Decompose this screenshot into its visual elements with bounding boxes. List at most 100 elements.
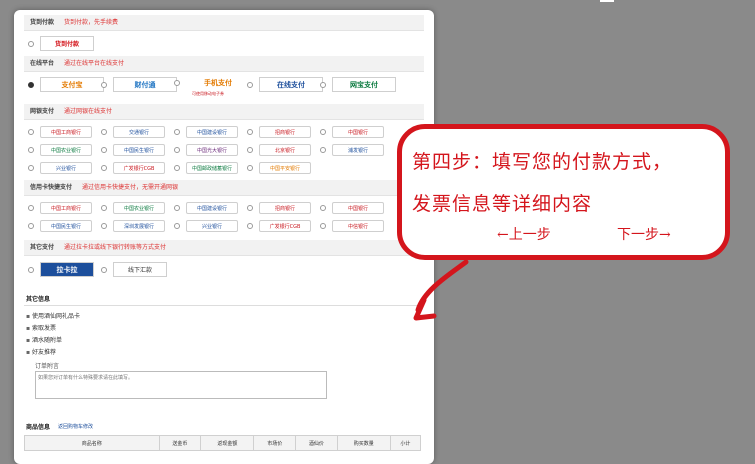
radio-button[interactable] <box>247 81 253 88</box>
friend-recommend-item[interactable]: 好友推荐 <box>26 347 56 356</box>
bank-option[interactable]: 中国工商银行 <box>28 126 92 138</box>
tenpay-option[interactable]: 财付通 <box>101 77 177 92</box>
cod-section-header: 货到付款 货到付款，先手续费 <box>24 15 424 31</box>
radio-button[interactable] <box>101 129 107 135</box>
radio-button[interactable] <box>28 223 34 229</box>
radio-button[interactable] <box>320 129 326 135</box>
bank-logo: 中国民生银行 <box>40 220 92 232</box>
bank-option[interactable]: 深圳发展银行 <box>101 220 165 232</box>
bank-logo: 中信银行 <box>332 220 384 232</box>
radio-button[interactable] <box>28 165 34 171</box>
alipay-option[interactable]: 支付宝 <box>28 77 104 92</box>
bank-logo: 中国银行 <box>332 126 384 138</box>
radio-button-selected[interactable] <box>28 81 34 88</box>
bank-logo: 招商银行 <box>259 126 311 138</box>
callout-line-2: 发票信息等详细内容 <box>412 193 593 215</box>
bank-option[interactable]: 广发银行CGB <box>247 220 311 232</box>
bank-logo: 中国农业银行 <box>40 144 92 156</box>
bank-option[interactable]: 中国工商银行 <box>28 202 92 214</box>
radio-button[interactable] <box>174 223 180 229</box>
radio-button[interactable] <box>174 165 180 171</box>
radio-button[interactable] <box>28 205 34 211</box>
wangbao-logo: 网宝支付 <box>332 77 396 92</box>
section-note: 通过在线平台在线支付 <box>63 60 124 67</box>
bank-option[interactable]: 招商银行 <box>247 126 311 138</box>
radio-button[interactable] <box>320 205 326 211</box>
col-jiuxian-price: 酒仙价 <box>295 435 338 451</box>
bank-logo: 兴业银行 <box>186 220 238 232</box>
wine-slip-item[interactable]: 酒水随附单 <box>26 335 62 344</box>
lakala-option[interactable]: 拉卡拉 <box>28 262 94 277</box>
radio-button[interactable] <box>28 129 34 135</box>
radio-button[interactable] <box>101 81 107 88</box>
bank-logo: 中国银行 <box>332 202 384 214</box>
bank-option[interactable]: 中国民生银行 <box>101 144 165 156</box>
bank-option[interactable]: 中国农业银行 <box>28 144 92 156</box>
bank-option[interactable]: 兴业银行 <box>28 162 92 174</box>
gift-card-item[interactable]: 使用酒仙网礼品卡 <box>26 311 80 320</box>
bank-option[interactable]: 中国建设银行 <box>174 126 238 138</box>
bank-option[interactable]: 浦发银行 <box>320 144 384 156</box>
radio-button[interactable] <box>101 165 107 171</box>
cod-option[interactable]: 货到付款 <box>28 36 94 51</box>
section-note: 通过信用卡快捷支付，无需开通网银 <box>81 184 178 191</box>
radio-button[interactable] <box>101 147 107 153</box>
bank-option[interactable]: 中国邮政储蓄银行 <box>174 162 238 174</box>
radio-button[interactable] <box>101 205 107 211</box>
radio-button[interactable] <box>247 147 253 153</box>
radio-button[interactable] <box>320 147 326 153</box>
back-to-cart-link[interactable]: 返回购物车修改 <box>58 423 93 430</box>
netbank-section-header: 网银支付 通过网银在线支付 <box>24 104 424 120</box>
wangbao-option[interactable]: 网宝支付 <box>320 77 396 92</box>
invoice-item[interactable]: 索取发票 <box>26 323 56 332</box>
radio-button[interactable] <box>174 205 180 211</box>
radio-button[interactable] <box>174 129 180 135</box>
radio-button[interactable] <box>101 223 107 229</box>
bank-option[interactable]: 中国银行 <box>320 126 384 138</box>
mobile-pay-option[interactable]: 手机支付 <box>174 77 250 89</box>
section-note: 货到付款，先手续费 <box>63 19 118 26</box>
section-title: 信用卡快捷支付 <box>30 184 73 191</box>
offline-transfer-option[interactable]: 线下汇款 <box>101 262 167 277</box>
bank-option[interactable]: 广发银行CGB <box>101 162 165 174</box>
col-product-name: 商品名称 <box>24 435 160 451</box>
unionpay-option[interactable]: 在线支付 <box>247 77 323 92</box>
section-title: 网银支付 <box>30 108 55 115</box>
radio-button[interactable] <box>28 147 34 153</box>
radio-button[interactable] <box>247 129 253 135</box>
bank-option[interactable]: 招商银行 <box>247 202 311 214</box>
mobile-pay-note: 可使用移动电子券 <box>192 91 224 96</box>
radio-button[interactable] <box>247 223 253 229</box>
bank-option[interactable]: 中信银行 <box>320 220 384 232</box>
radio-button[interactable] <box>101 266 107 273</box>
bank-option[interactable]: 中国民生银行 <box>28 220 92 232</box>
section-title: 货到付款 <box>30 19 55 26</box>
bank-option[interactable]: 北京银行 <box>247 144 311 156</box>
radio-button[interactable] <box>320 223 326 229</box>
bank-logo: 兴业银行 <box>40 162 92 174</box>
bank-option[interactable]: 中国光大银行 <box>174 144 238 156</box>
radio-button[interactable] <box>174 80 180 86</box>
bank-option[interactable]: 兴业银行 <box>174 220 238 232</box>
offline-transfer-logo: 线下汇款 <box>113 262 167 277</box>
col-coins: 送金币 <box>158 435 202 451</box>
callout-line-1: 第四步：填写您的付款方式， <box>412 151 673 173</box>
lakala-logo: 拉卡拉 <box>40 262 94 277</box>
bank-option[interactable]: 中国农业银行 <box>101 202 165 214</box>
bank-logo: 北京银行 <box>259 144 311 156</box>
prev-step-label[interactable]: ←上一步 <box>497 224 551 244</box>
next-step-label[interactable]: 下一步→ <box>617 224 671 244</box>
bank-option[interactable]: 中国平安银行 <box>247 162 311 174</box>
order-note-textarea[interactable] <box>35 371 327 399</box>
radio-button[interactable] <box>320 81 326 88</box>
bank-option[interactable]: 中国建设银行 <box>174 202 238 214</box>
bank-option[interactable]: 中国银行 <box>320 202 384 214</box>
bank-option[interactable]: 交通银行 <box>101 126 165 138</box>
radio-button[interactable] <box>28 266 34 273</box>
radio-button[interactable] <box>247 205 253 211</box>
tenpay-logo: 财付通 <box>113 77 177 92</box>
other-pay-section-header: 其它支付 通过拉卡拉或线下银行转账等方式支付 <box>24 240 424 256</box>
radio-button[interactable] <box>28 40 34 47</box>
radio-button[interactable] <box>247 165 253 171</box>
radio-button[interactable] <box>174 147 180 153</box>
